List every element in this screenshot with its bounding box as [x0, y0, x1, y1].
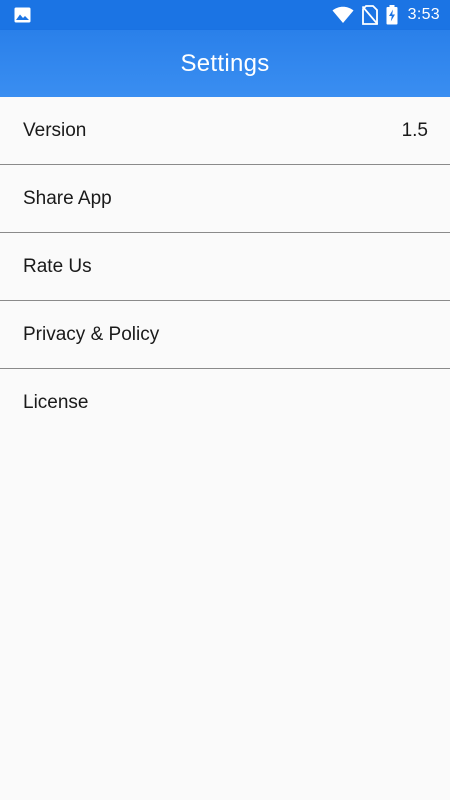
settings-item-privacy-policy[interactable]: Privacy & Policy — [0, 301, 450, 369]
status-icons: 3:53 — [332, 0, 440, 30]
page-title: Settings — [180, 49, 270, 77]
battery-charging-icon — [386, 5, 398, 25]
wifi-icon — [332, 6, 354, 24]
screen: 3:53 Settings Version 1.5 Share App Rate… — [0, 0, 450, 800]
settings-item-version[interactable]: Version 1.5 — [0, 97, 450, 165]
image-notification-icon — [14, 7, 31, 23]
version-value: 1.5 — [401, 119, 428, 141]
settings-list: Version 1.5 Share App Rate Us Privacy & … — [0, 97, 450, 437]
status-bar: 3:53 — [0, 0, 450, 30]
settings-item-label: Rate Us — [23, 255, 92, 277]
settings-item-rate-us[interactable]: Rate Us — [0, 233, 450, 301]
settings-item-label: Version — [23, 119, 87, 141]
settings-item-label: Privacy & Policy — [23, 323, 160, 345]
settings-item-share-app[interactable]: Share App — [0, 165, 450, 233]
status-time: 3:53 — [407, 6, 440, 23]
settings-item-label: Share App — [23, 187, 112, 209]
settings-item-label: License — [23, 392, 89, 413]
settings-item-license[interactable]: License — [0, 369, 450, 437]
app-bar: Settings — [0, 30, 450, 97]
no-sim-icon — [361, 5, 378, 25]
